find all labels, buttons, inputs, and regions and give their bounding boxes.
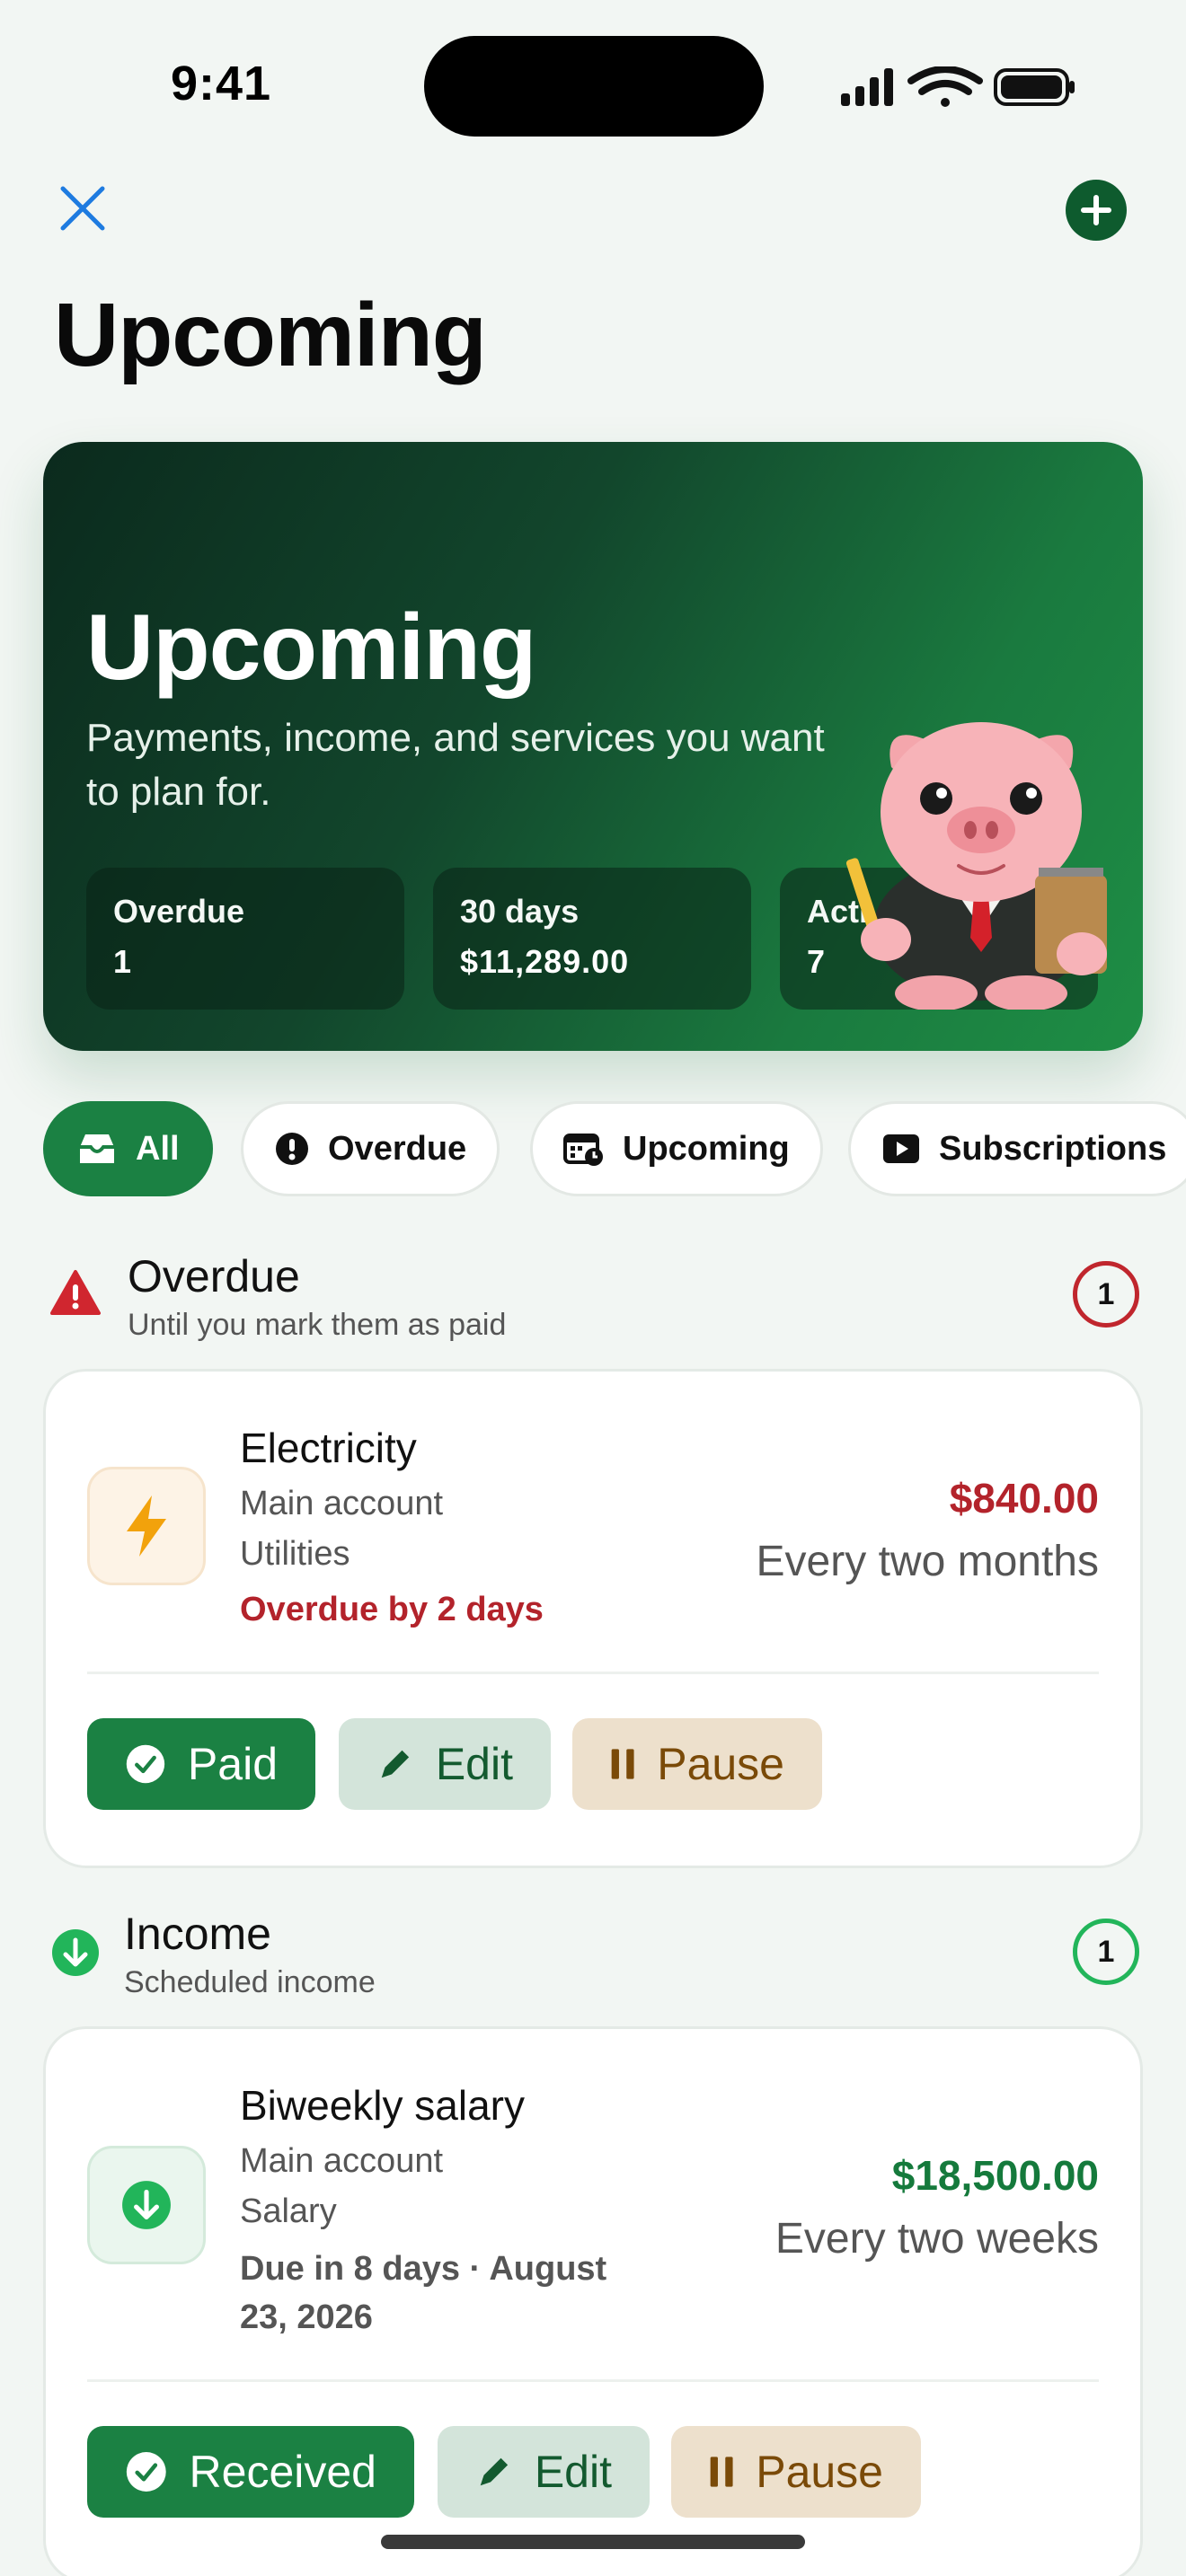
section-subtitle-income: Scheduled income	[124, 1965, 376, 1999]
item-status-line: Due in 8 days · August	[240, 2250, 607, 2288]
filter-label: Subscriptions	[939, 1129, 1167, 1168]
button-label: Paid	[187, 1739, 278, 1789]
item-frequency: Every two weeks	[774, 2215, 1099, 2263]
page-title: Upcoming	[54, 285, 487, 385]
section-title-income: Income	[124, 1909, 271, 1959]
button-label: Edit	[435, 1739, 513, 1789]
checkmark-circle-icon	[126, 2452, 166, 2492]
close-icon	[60, 186, 105, 231]
status-time: 9:41	[171, 57, 272, 110]
wifi-icon	[907, 66, 983, 107]
status-icons	[841, 66, 1075, 107]
arrow-down-circle-icon	[52, 1929, 99, 1976]
close-button[interactable]	[54, 180, 111, 237]
pause-icon	[710, 2457, 733, 2487]
bolt-icon	[127, 1495, 166, 1557]
hero-subtitle: Payments, income, and services you want …	[86, 716, 825, 814]
tray-icon	[80, 1134, 114, 1163]
hero-card: Upcoming Payments, income, and services …	[43, 442, 1143, 1051]
card-divider	[87, 2379, 1099, 2382]
filter-label: All	[136, 1129, 180, 1168]
pause-button[interactable]: Pause	[572, 1718, 822, 1810]
calendar-clock-icon	[563, 1134, 603, 1166]
stat-label: 30 days	[460, 893, 580, 930]
item-category: Salary	[240, 2192, 337, 2230]
income-count-badge: 1	[1073, 1919, 1139, 1985]
item-amount: $18,500.00	[891, 2152, 1099, 2199]
pencil-icon	[480, 2457, 509, 2486]
item-name: Electricity	[240, 1425, 417, 1471]
dynamic-island	[424, 36, 764, 137]
edit-button[interactable]: Edit	[339, 1718, 551, 1810]
button-label: Pause	[657, 1739, 784, 1789]
item-account: Main account	[240, 1485, 444, 1522]
plus-icon	[1081, 195, 1111, 225]
stat-overdue: Overdue 1	[86, 868, 404, 1010]
play-rectangle-icon	[883, 1134, 919, 1163]
stat-label: Overdue	[113, 893, 245, 930]
filter-label: Upcoming	[623, 1129, 790, 1168]
upcoming-item-card-salary[interactable]: Biweekly salary Main account Salary Due …	[43, 2026, 1143, 2576]
exclamation-circle-icon	[276, 1133, 308, 1165]
mark-received-button[interactable]: Received	[87, 2426, 414, 2518]
edit-button[interactable]: Edit	[438, 2426, 650, 2518]
stat-30-days: 30 days $11,289.00	[433, 868, 751, 1010]
item-amount: $840.00	[949, 1475, 1099, 1522]
button-label: Pause	[756, 2447, 883, 2497]
stat-value: $11,289.00	[460, 943, 630, 980]
section-title-overdue: Overdue	[128, 1251, 300, 1301]
pause-icon	[611, 1749, 634, 1779]
pig-mascot-illustration	[846, 722, 1107, 1010]
item-status: Overdue by 2 days	[240, 1591, 544, 1628]
item-status: Due in 8 days · August 23, 2026	[240, 2245, 606, 2342]
add-button[interactable]	[1066, 180, 1127, 241]
hero-title: Upcoming	[86, 595, 536, 700]
button-label: Received	[189, 2447, 376, 2497]
item-account: Main account	[240, 2142, 444, 2180]
item-status-line: 23, 2026	[240, 2298, 373, 2336]
item-name: Biweekly salary	[240, 2082, 525, 2129]
upcoming-item-card-electricity[interactable]: Electricity Main account Utilities Overd…	[43, 1369, 1143, 1868]
battery-icon	[994, 68, 1075, 106]
category-tile	[87, 2146, 206, 2264]
home-indicator[interactable]	[381, 2535, 805, 2549]
mark-paid-button[interactable]: Paid	[87, 1718, 315, 1810]
filter-all[interactable]: All	[43, 1101, 213, 1196]
pencil-icon	[381, 1750, 410, 1778]
card-divider	[87, 1672, 1099, 1674]
filter-label: Overdue	[328, 1129, 467, 1168]
warning-triangle-icon	[50, 1270, 101, 1315]
filter-overdue[interactable]: Overdue	[241, 1101, 500, 1196]
checkmark-circle-icon	[126, 1744, 165, 1784]
arrow-down-circle-icon	[122, 2181, 171, 2229]
item-category: Utilities	[240, 1535, 350, 1573]
category-tile	[87, 1467, 206, 1585]
section-subtitle-overdue: Until you mark them as paid	[128, 1308, 507, 1342]
pause-button[interactable]: Pause	[671, 2426, 921, 2518]
stat-value: 1	[113, 943, 133, 980]
button-label: Edit	[534, 2447, 612, 2497]
cellular-signal-icon	[841, 68, 893, 106]
filter-subscriptions[interactable]: Subscriptions	[848, 1101, 1186, 1196]
item-frequency: Every two months	[756, 1538, 1099, 1585]
filter-upcoming[interactable]: Upcoming	[530, 1101, 823, 1196]
overdue-count-badge: 1	[1073, 1261, 1139, 1328]
